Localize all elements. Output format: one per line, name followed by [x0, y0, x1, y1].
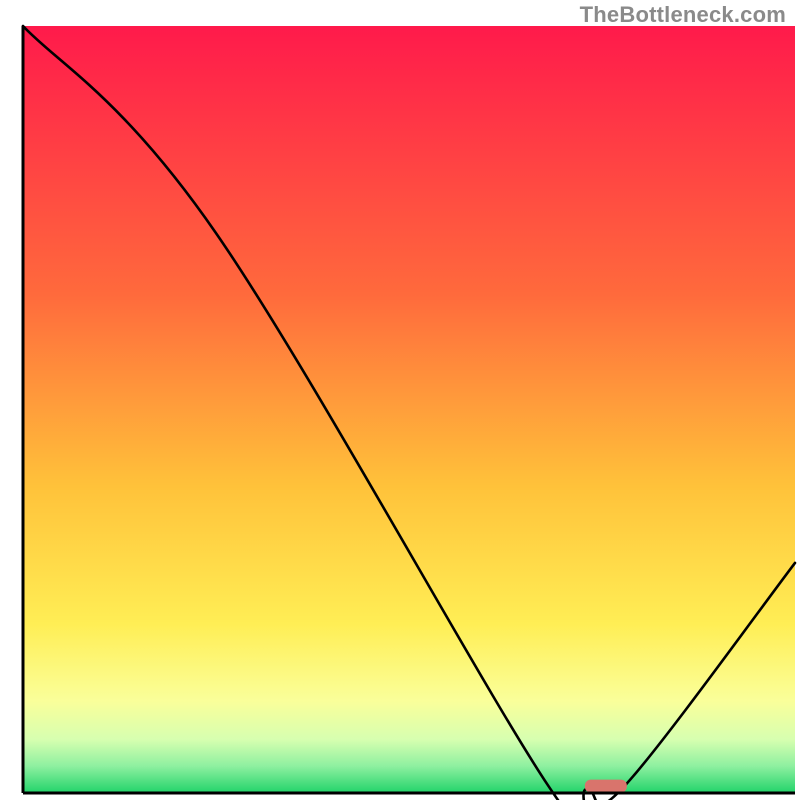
chart-container: { "watermark": "TheBottleneck.com", "cha… [0, 0, 800, 800]
bottleneck-chart [0, 0, 800, 800]
optimal-marker [585, 780, 627, 793]
watermark-text: TheBottleneck.com [580, 2, 786, 28]
plot-background [23, 26, 795, 793]
